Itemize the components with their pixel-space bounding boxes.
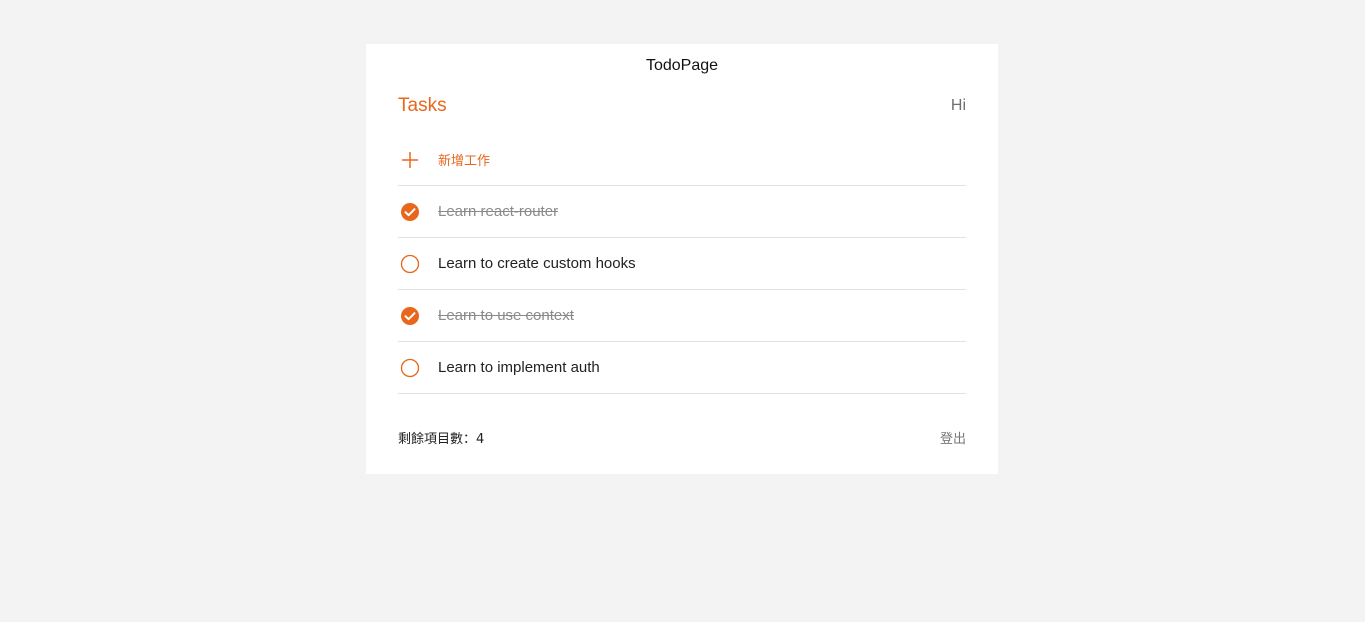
todo-footer: 剩餘項目數：4 登出	[398, 427, 966, 447]
add-task-row[interactable]: 新增工作	[398, 134, 966, 186]
tasks-title: Tasks	[398, 95, 447, 116]
todo-list: 新增工作 Learn react-router Learn to create …	[398, 134, 966, 394]
todo-item: Learn react-router	[398, 186, 966, 238]
remaining-count: 剩餘項目數：4	[398, 428, 484, 447]
checked-circle-icon[interactable]	[398, 200, 422, 224]
checked-circle-icon[interactable]	[398, 304, 422, 328]
add-task-label[interactable]: 新增工作	[438, 150, 490, 169]
todo-item: Learn to implement auth	[398, 342, 966, 394]
todo-title: Learn to create custom hooks	[438, 255, 636, 272]
unchecked-circle-icon[interactable]	[398, 356, 422, 380]
user-greeting: Hi	[950, 97, 966, 114]
remaining-label: 剩餘項目數：	[398, 431, 477, 447]
remaining-value: 4	[476, 431, 485, 447]
todo-title: Learn react-router	[438, 203, 559, 220]
todo-card: TodoPage Tasks Hi 新增工作 Learn react-route…	[366, 44, 998, 474]
todo-item: Learn to create custom hooks	[398, 238, 966, 290]
plus-icon[interactable]	[398, 148, 422, 172]
logout-link[interactable]: 登出	[940, 428, 966, 447]
todo-item: Learn to use context	[398, 290, 966, 342]
unchecked-circle-icon[interactable]	[398, 252, 422, 276]
page-title: TodoPage	[645, 57, 719, 74]
todo-title: Learn to use context	[438, 307, 574, 324]
tasks-header: Tasks Hi	[398, 94, 966, 118]
todo-title: Learn to implement auth	[438, 359, 600, 376]
